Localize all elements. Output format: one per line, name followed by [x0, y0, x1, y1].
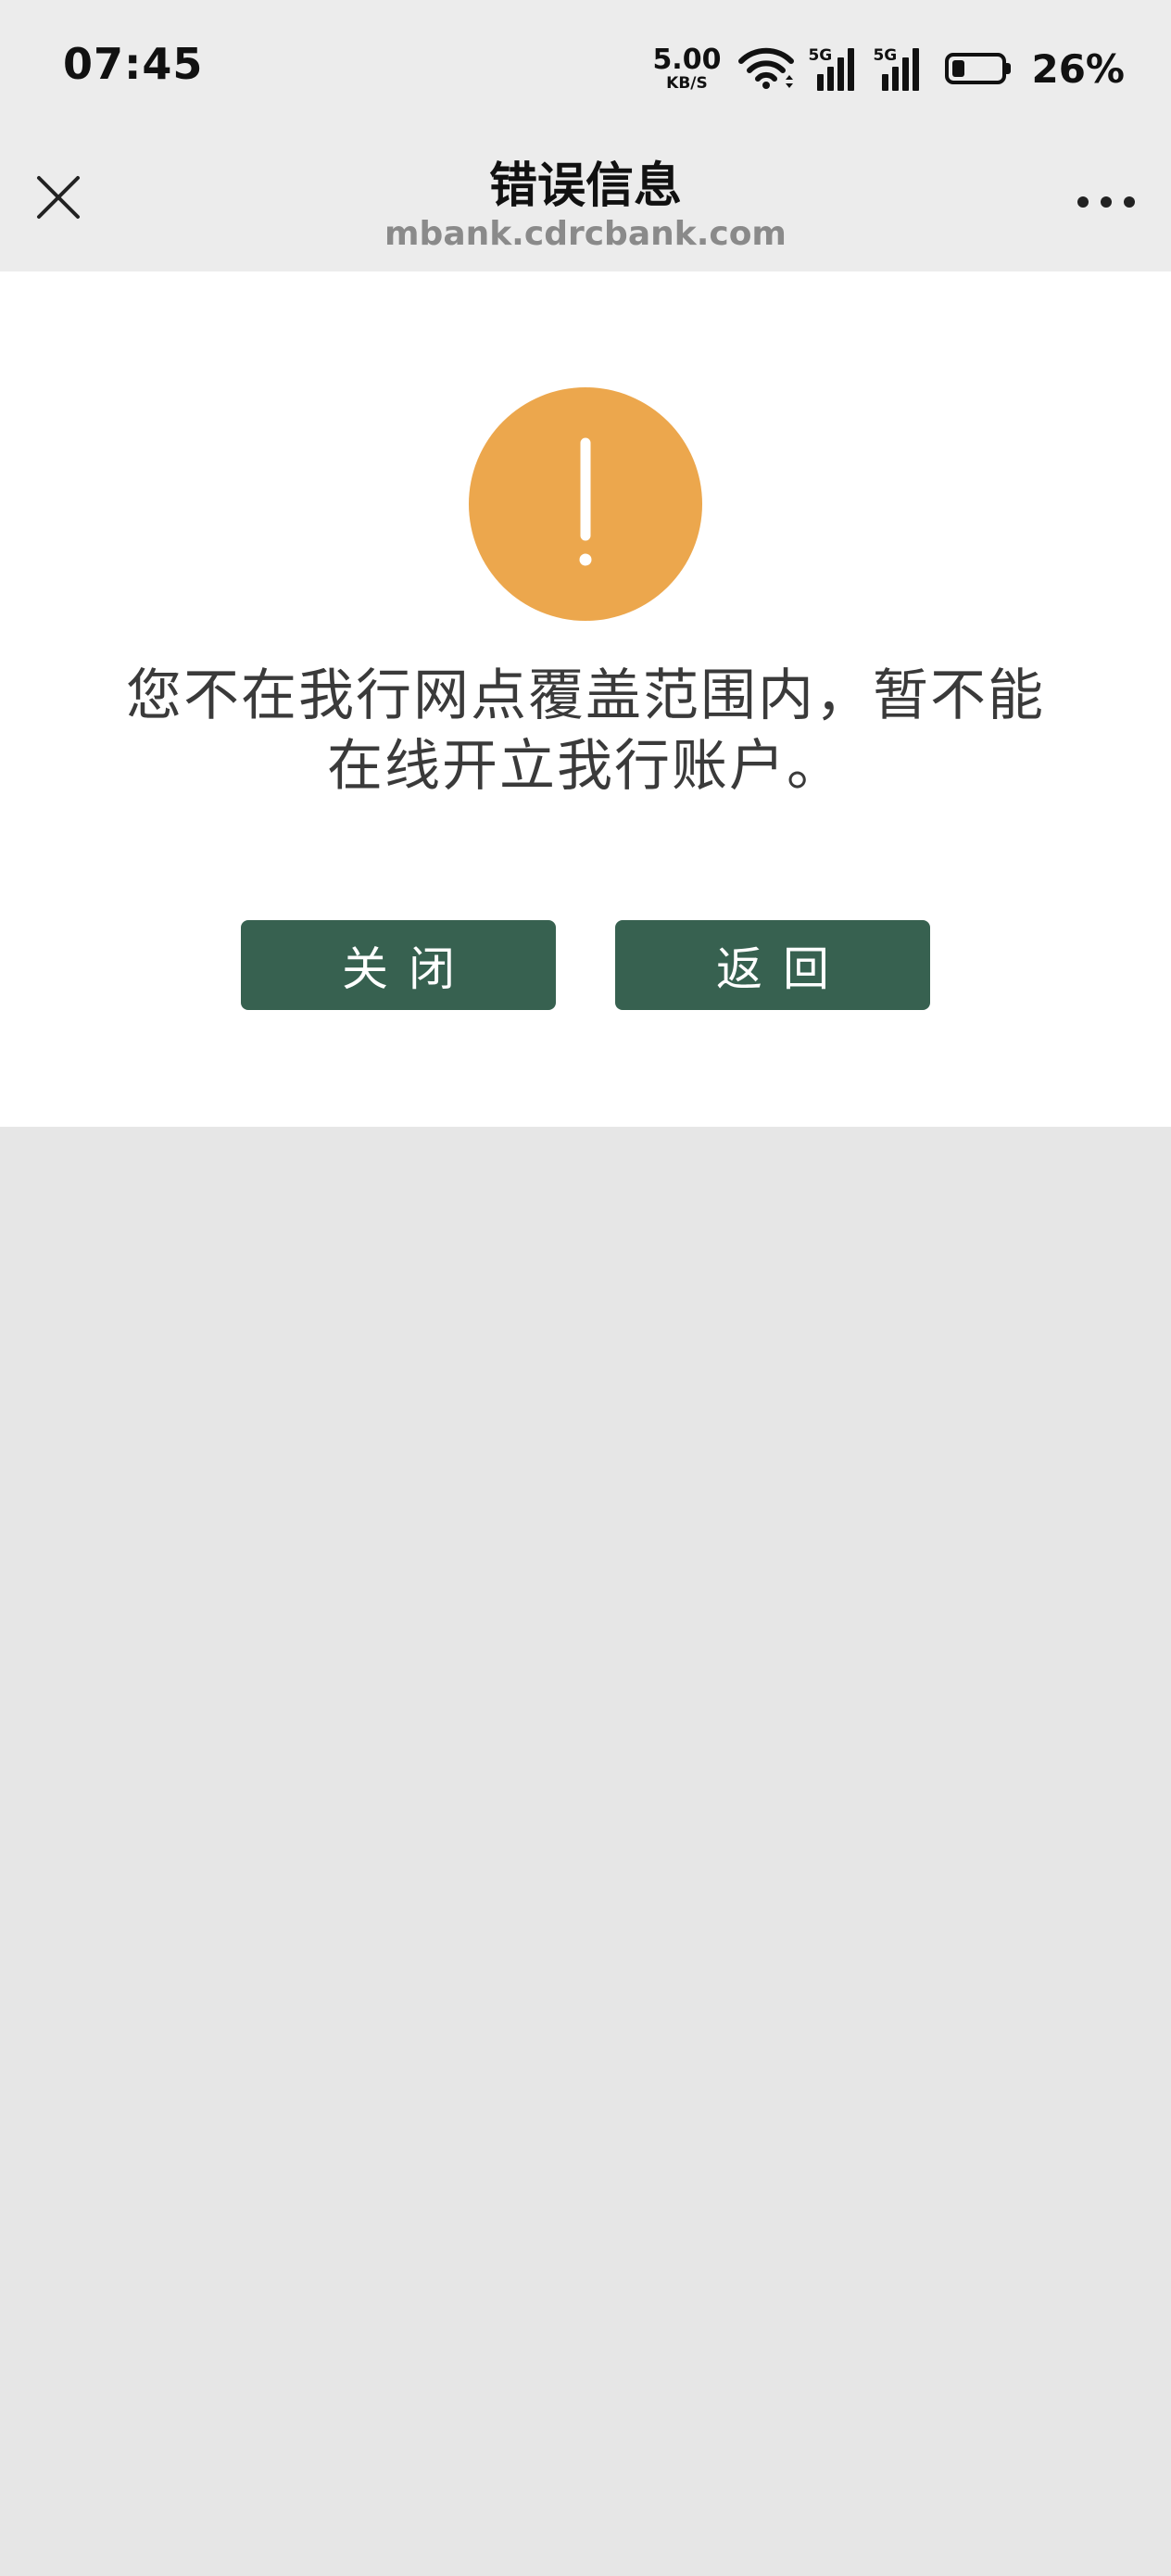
more-button[interactable] [1073, 174, 1140, 230]
error-message: 您不在我行网点覆盖范围内，暂不能 在线开立我行账户。 [65, 661, 1106, 802]
error-message-line-2: 在线开立我行账户。 [327, 734, 844, 799]
status-time: 07:45 [63, 39, 204, 89]
signal-1-tag: 5G [808, 46, 833, 65]
screen: 07:45 5.00 KB/S 5G 5G 26% 错误信息 mbank.cdr… [0, 0, 1171, 2576]
signal-2-icon: 5G [873, 46, 925, 91]
battery-percent: 26% [1031, 45, 1125, 92]
battery-icon [945, 53, 1012, 84]
nav-bar: 错误信息 mbank.cdrcbank.com [0, 139, 1171, 271]
wifi-icon [738, 47, 795, 89]
error-message-line-1: 您不在我行网点覆盖范围内，暂不能 [126, 663, 1045, 728]
network-speed: 5.00 KB/S [652, 43, 722, 93]
network-speed-value: 5.00 [652, 43, 722, 76]
back-button[interactable]: 返回 [615, 920, 930, 1010]
exclamation-icon [579, 437, 592, 566]
signal-2-tag: 5G [873, 46, 898, 65]
battery-level [952, 60, 965, 77]
signal-1-icon: 5G [808, 46, 860, 91]
page-title: 错误信息 [488, 158, 682, 214]
warning-icon [469, 387, 702, 621]
error-content: 您不在我行网点覆盖范围内，暂不能 在线开立我行账户。 关闭 返回 [0, 271, 1171, 1127]
status-bar: 07:45 5.00 KB/S 5G 5G 26% [0, 0, 1171, 139]
page-url: mbank.cdrcbank.com [384, 215, 787, 253]
network-speed-unit: KB/S [666, 73, 708, 93]
more-icon [1077, 196, 1135, 208]
status-indicators: 5.00 KB/S 5G 5G 26% [652, 41, 1125, 96]
close-page-button[interactable]: 关闭 [241, 920, 556, 1010]
